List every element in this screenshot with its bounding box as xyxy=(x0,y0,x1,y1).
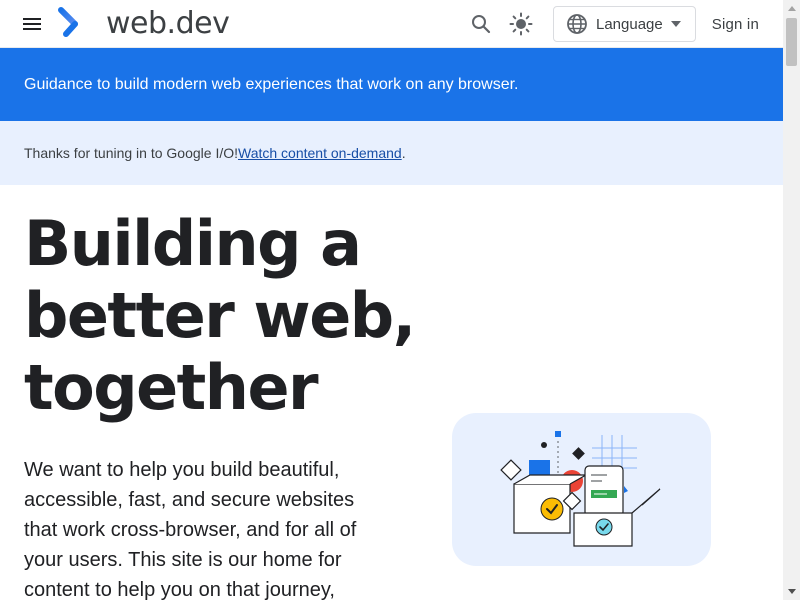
hero-title-line-2: better web, xyxy=(24,279,416,352)
site-name: web.dev xyxy=(106,5,230,41)
hero-title-line-1: Building a xyxy=(24,207,362,280)
hero-title: Building a better web, together xyxy=(24,208,424,424)
announcement-trailing: . xyxy=(401,145,406,161)
language-label: Language xyxy=(595,15,663,33)
brightness-icon xyxy=(509,12,533,36)
tagline-banner: Guidance to build modern web experiences… xyxy=(0,48,783,121)
hero-title-line-3: together xyxy=(24,351,319,424)
tagline-text: Guidance to build modern web experiences… xyxy=(24,75,519,93)
scroll-down-arrow-icon[interactable] xyxy=(783,583,800,600)
theme-toggle-button[interactable] xyxy=(501,4,541,44)
web-dev-logo-icon xyxy=(58,6,92,40)
sign-in-link[interactable]: Sign in xyxy=(712,16,759,33)
scroll-up-arrow-icon[interactable] xyxy=(783,0,800,17)
hero-illustration xyxy=(452,413,711,566)
hero-description: We want to help you build beautiful, acc… xyxy=(24,459,357,600)
language-selector[interactable]: Language xyxy=(552,6,696,42)
header-actions: Language Sign in xyxy=(461,0,783,48)
announcement-text: Thanks for tuning in to Google I/O! xyxy=(24,145,239,161)
vertical-scrollbar[interactable] xyxy=(783,0,800,600)
announcement-bar: Thanks for tuning in to Google I/O! Watc… xyxy=(0,121,783,185)
site-logo[interactable]: web.dev xyxy=(58,5,230,41)
search-icon xyxy=(471,15,491,34)
caret-down-icon xyxy=(670,21,681,27)
scrollbar-thumb[interactable] xyxy=(786,18,797,66)
page: web.dev Language Sign in Guidance to bui… xyxy=(0,0,800,600)
hamburger-menu-icon xyxy=(23,17,41,30)
watch-content-link[interactable]: Watch content on-demand xyxy=(238,145,402,161)
globe-icon xyxy=(567,14,587,34)
top-header: web.dev Language Sign in xyxy=(0,0,783,48)
menu-button[interactable] xyxy=(8,0,56,48)
search-button[interactable] xyxy=(461,4,501,44)
boxes-with-checkmarks-illustration xyxy=(500,431,661,547)
